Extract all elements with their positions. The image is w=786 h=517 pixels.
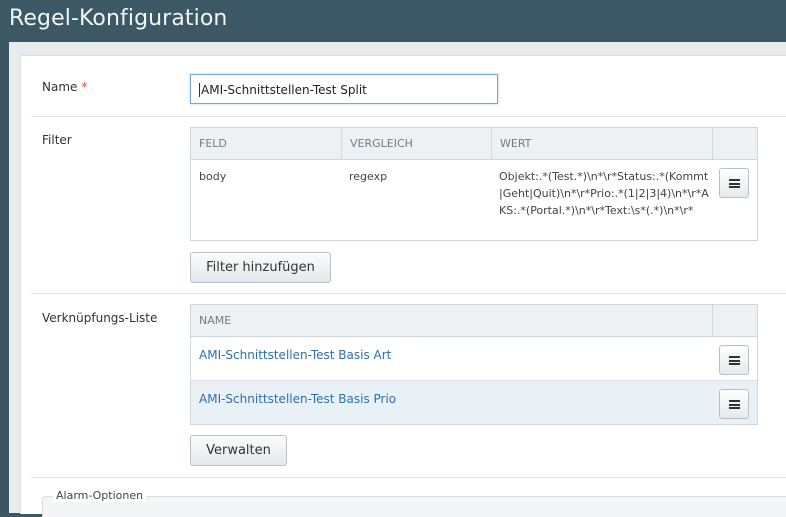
link-table-header: NAME — [191, 305, 757, 337]
page-title: Regel-Konfiguration — [9, 6, 228, 31]
link-row-menu-button[interactable] — [719, 389, 749, 419]
filter-row-menu-button[interactable] — [719, 168, 749, 198]
manage-button[interactable]: Verwalten — [190, 435, 287, 466]
required-marker: * — [81, 80, 88, 94]
link-list-item-name[interactable]: AMI-Schnittstellen-Test Basis Prio — [199, 391, 396, 408]
link-list-item-name[interactable]: AMI-Schnittstellen-Test Basis Art — [199, 347, 391, 364]
divider — [31, 477, 786, 478]
left-sidebar-edge — [0, 42, 9, 513]
divider — [31, 293, 786, 294]
rule-config-form — [20, 55, 786, 514]
column-header-vergleich[interactable]: VERGLEICH — [342, 128, 492, 159]
filter-table-header: FELD VERGLEICH WERT — [191, 128, 757, 160]
text-cursor — [199, 83, 200, 97]
alarm-options-legend: Alarm-Optionen — [53, 489, 147, 502]
filter-label: Filter — [42, 133, 72, 147]
menu-icon — [729, 356, 740, 365]
link-row-menu-button[interactable] — [719, 345, 749, 375]
table-row[interactable]: AMI-Schnittstellen-Test Basis Prio — [191, 381, 757, 424]
column-header-wert[interactable]: WERT — [492, 128, 713, 159]
name-input[interactable]: AMI-Schnittstellen-Test Split — [190, 74, 498, 104]
filter-field-cell: body — [199, 170, 227, 183]
name-label-text: Name — [42, 80, 78, 94]
menu-icon — [729, 179, 740, 188]
name-label: Name * — [42, 80, 87, 94]
menu-icon — [729, 400, 740, 409]
add-filter-button[interactable]: Filter hinzufügen — [190, 252, 331, 283]
column-header-name[interactable]: NAME — [191, 305, 713, 336]
page-header: Regel-Konfiguration — [0, 0, 786, 42]
divider — [31, 116, 786, 117]
alarm-options-fieldset — [42, 496, 786, 517]
link-list-label: Verknüpfungs-Liste — [42, 311, 158, 325]
filter-value-cell: Objekt:.*(Test.*)\n*\r*Status:.*(Kommt|G… — [499, 170, 709, 217]
filter-comparison-cell: regexp — [349, 170, 388, 183]
table-row[interactable]: AMI-Schnittstellen-Test Basis Art — [191, 337, 757, 381]
link-list-table: NAME AMI-Schnittstellen-Test Basis Art A… — [190, 304, 758, 425]
column-header-feld[interactable]: FELD — [191, 128, 342, 159]
name-input-value: AMI-Schnittstellen-Test Split — [201, 83, 367, 97]
filter-table: FELD VERGLEICH WERT body regexp Objekt:.… — [190, 127, 758, 241]
